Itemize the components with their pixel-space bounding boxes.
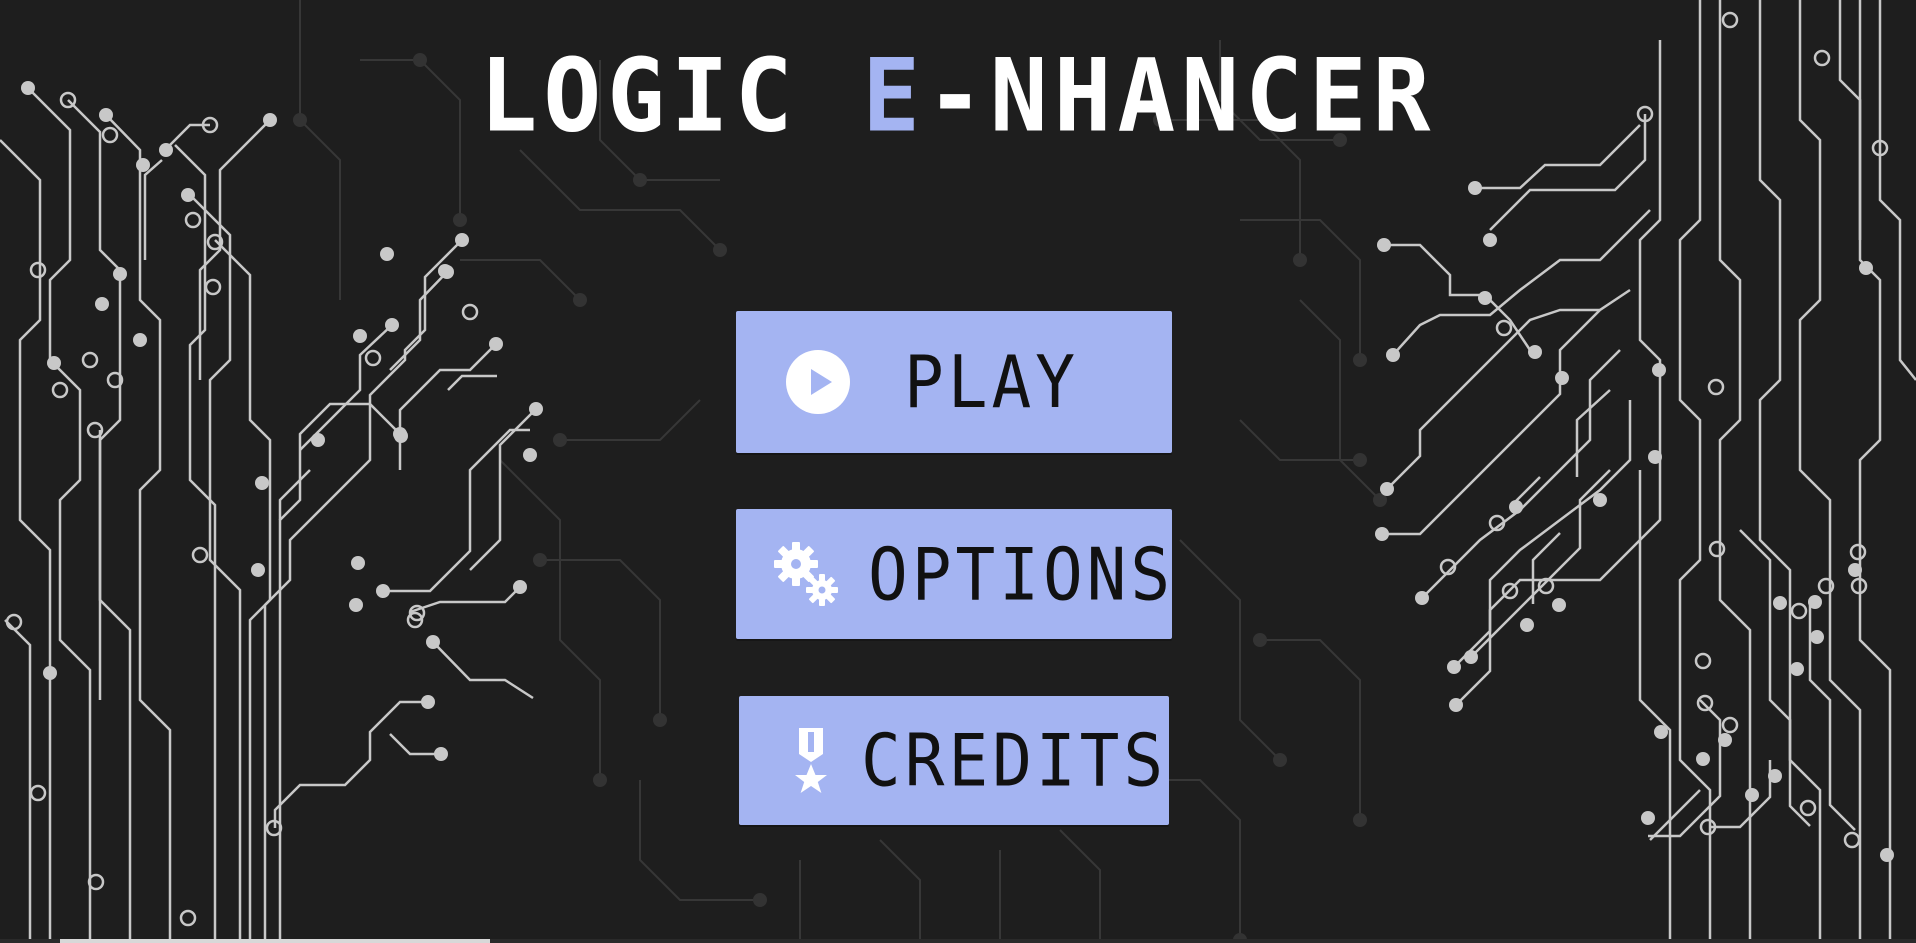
title-accent-letter: E (862, 37, 927, 155)
credits-label: CREDITS (861, 718, 1168, 803)
play-label: PLAY (904, 339, 1079, 425)
horizontal-scrollbar[interactable] (0, 939, 1916, 943)
gears-icon (772, 540, 840, 608)
credits-button[interactable]: CREDITS (739, 696, 1169, 825)
scrollbar-thumb[interactable] (60, 939, 490, 943)
title-part-1: LOGIC (479, 37, 863, 155)
play-button[interactable]: PLAY (736, 311, 1172, 453)
options-label: OPTIONS (868, 531, 1175, 617)
options-button[interactable]: OPTIONS (736, 509, 1172, 639)
game-title: LOGIC E-NHANCER (0, 37, 1916, 155)
title-part-2: -NHANCER (926, 37, 1437, 155)
medal-icon (791, 727, 831, 794)
play-circle-icon (786, 350, 850, 414)
